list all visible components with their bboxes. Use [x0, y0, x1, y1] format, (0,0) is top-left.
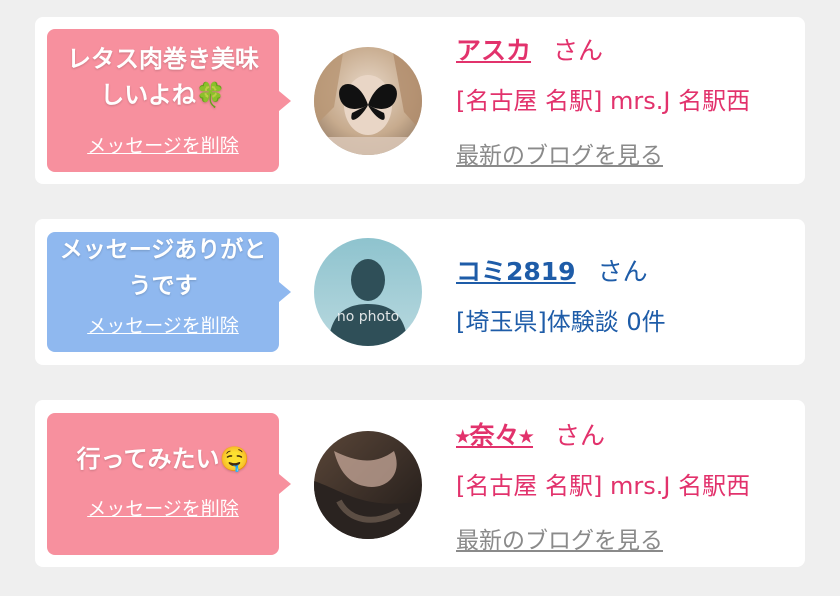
no-photo-label: no photo	[336, 309, 400, 325]
message-text: メッセージありがとうです	[59, 237, 267, 299]
area-text: [名古屋 名駅] mrs.J 名駅西	[456, 472, 751, 500]
user-name-link[interactable]: コミ2819	[456, 257, 576, 286]
message-card: レタス肉巻き美味しいよね🍀 メッセージを削除 アスカ さん [名古屋 名駅] m…	[35, 17, 805, 184]
area-text: [埼玉県]体験談 0件	[456, 308, 666, 336]
honorific: さん	[597, 257, 648, 286]
honorific: さん	[555, 421, 606, 450]
message-card: メッセージありがとうです メッセージを削除 no photo コミ2819 さん …	[35, 219, 805, 365]
message-text: レタス肉巻き美味しいよね🍀	[67, 45, 259, 109]
area-text: [名古屋 名駅] mrs.J 名駅西	[456, 87, 751, 115]
avatar[interactable]	[314, 47, 422, 155]
avatar[interactable]	[314, 431, 422, 539]
avatar[interactable]: no photo	[314, 238, 422, 346]
delete-message-link[interactable]: メッセージを削除	[47, 311, 279, 338]
honorific: さん	[553, 36, 604, 65]
latest-blog-link[interactable]: 最新のブログを見る	[456, 521, 750, 555]
user-info: アスカ さん [名古屋 名駅] mrs.J 名駅西 最新のブログを見る	[456, 31, 750, 170]
message-text: 行ってみたい🤤	[76, 445, 250, 473]
message-bubble: メッセージありがとうです メッセージを削除	[47, 232, 291, 352]
no-photo-placeholder	[314, 238, 422, 346]
user-info: ⭑奈々⭑ さん [名古屋 名駅] mrs.J 名駅西 最新のブログを見る	[456, 416, 750, 555]
latest-blog-link[interactable]: 最新のブログを見る	[456, 136, 750, 170]
user-info: コミ2819 さん [埼玉県]体験談 0件	[456, 252, 666, 337]
user-name-link[interactable]: ⭑奈々⭑	[456, 421, 533, 450]
message-card: 行ってみたい🤤 メッセージを削除 ⭑奈々⭑ さん [名古屋 名駅] mrs.J 名…	[35, 400, 805, 567]
message-bubble: 行ってみたい🤤 メッセージを削除	[47, 413, 291, 555]
user-photo	[314, 431, 422, 539]
user-photo	[314, 47, 422, 155]
delete-message-link[interactable]: メッセージを削除	[47, 494, 279, 521]
delete-message-link[interactable]: メッセージを削除	[47, 131, 279, 158]
user-name-link[interactable]: アスカ	[456, 36, 531, 65]
message-bubble: レタス肉巻き美味しいよね🍀 メッセージを削除	[47, 29, 291, 172]
